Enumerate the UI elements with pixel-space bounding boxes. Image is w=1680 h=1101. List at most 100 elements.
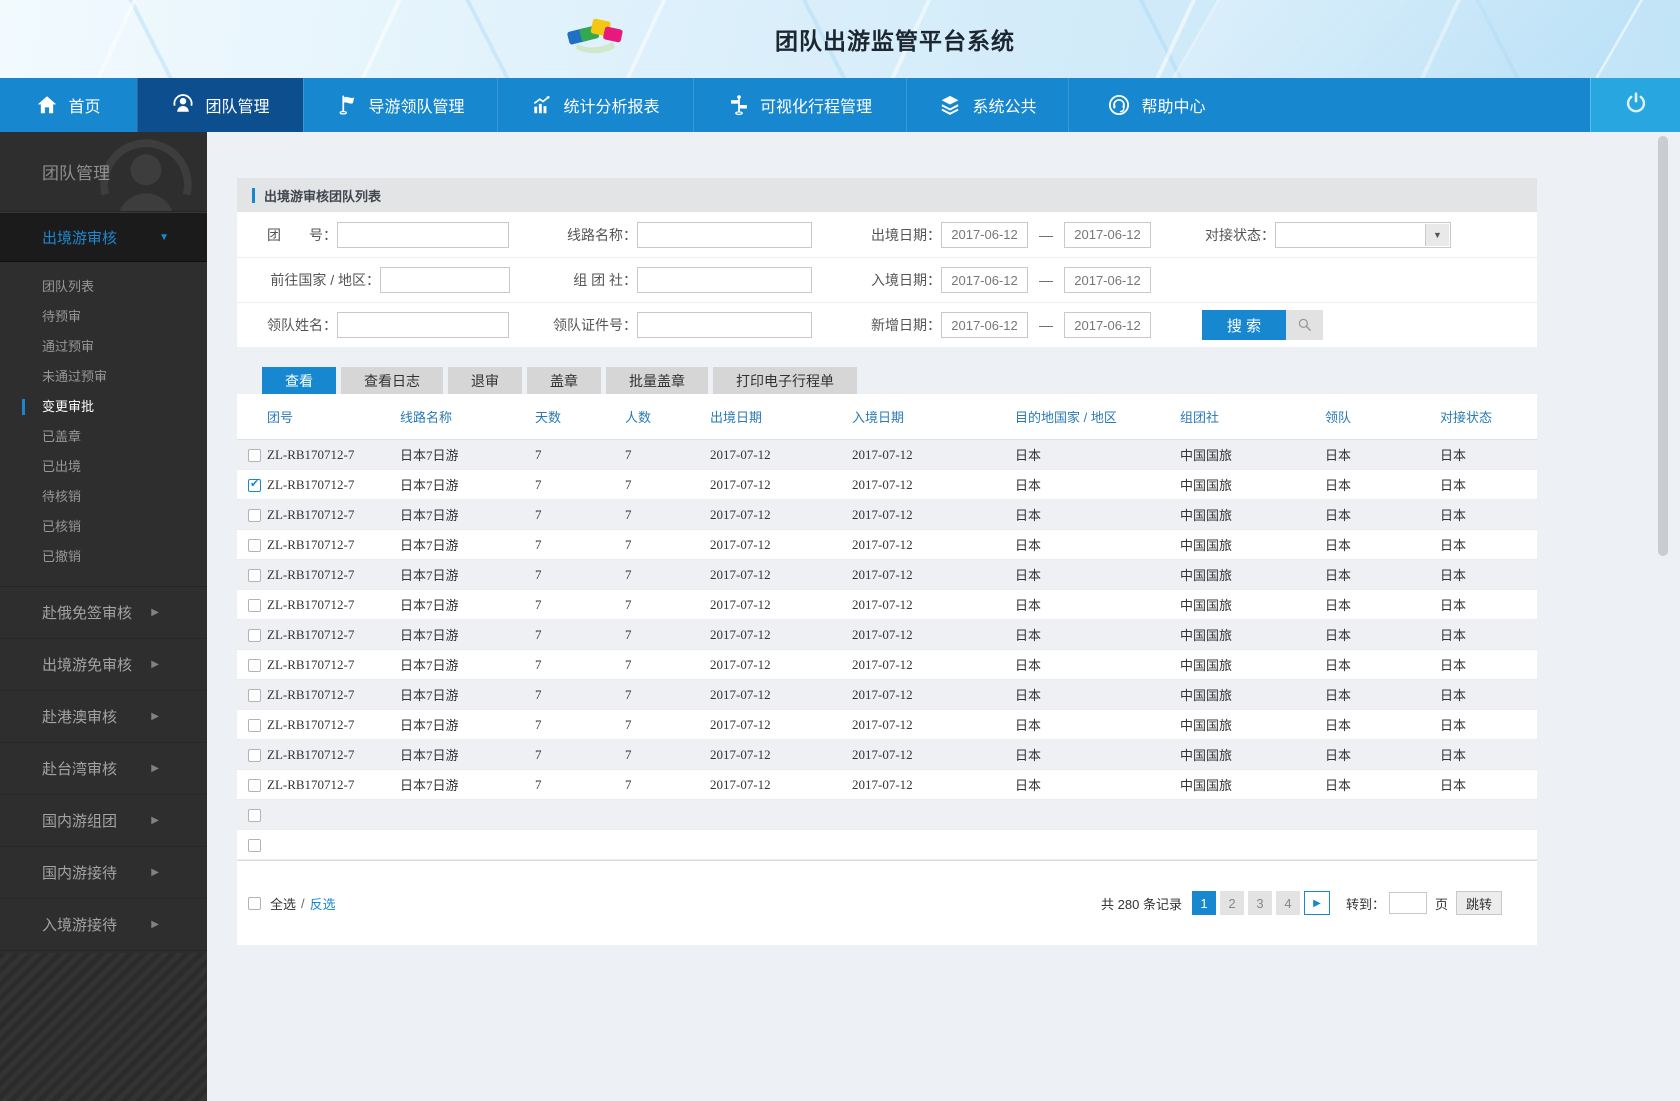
row-checkbox[interactable] <box>248 809 261 823</box>
nav-item-label: 首页 <box>68 99 101 116</box>
nav-item-5[interactable]: 可视化行程管理 <box>693 78 906 132</box>
sidebar-subitem-6[interactable]: 已盖章 <box>0 422 207 452</box>
sidebar-subitem-10[interactable]: 已撤销 <box>0 542 207 572</box>
goto-page-input[interactable] <box>1388 892 1427 914</box>
added-date-from-input[interactable] <box>941 312 1028 338</box>
power-icon <box>1624 91 1648 120</box>
nav-item-1[interactable]: 首页 <box>0 78 137 132</box>
row-checkbox[interactable] <box>248 599 261 613</box>
cell-9: 日本 <box>1325 748 1352 763</box>
row-checkbox[interactable] <box>248 659 261 673</box>
entry-date-from-input[interactable] <box>941 267 1028 293</box>
sidebar-subitem-2[interactable]: 待预审 <box>0 302 207 332</box>
dest-country-label: 前往国家 / 地区： <box>270 272 380 288</box>
select-all-checkbox[interactable] <box>248 896 261 910</box>
sidebar-subitem-4[interactable]: 未通过预审 <box>0 362 207 392</box>
toolbar-button-4[interactable]: 盖章 <box>527 367 601 394</box>
search-magnifier-button[interactable] <box>1286 310 1323 340</box>
group-no-input[interactable] <box>337 221 509 248</box>
row-checkbox[interactable] <box>248 749 261 763</box>
row-checkbox[interactable] <box>248 689 261 703</box>
toolbar-button-5[interactable]: 批量盖章 <box>606 367 708 394</box>
toolbar-button-2[interactable]: 查看日志 <box>341 367 443 394</box>
row-checkbox[interactable] <box>248 509 261 523</box>
logout-button[interactable] <box>1590 78 1680 132</box>
cell-8: 中国国旅 <box>1180 478 1233 493</box>
page-button-4[interactable]: 4 <box>1275 891 1300 915</box>
page-button-2[interactable]: 2 <box>1219 891 1244 915</box>
sidebar-subitem-7[interactable]: 已出境 <box>0 452 207 482</box>
toolbar-button-6[interactable]: 打印电子行程单 <box>713 367 857 394</box>
page-button-1[interactable]: 1 <box>1191 891 1216 915</box>
dock-status-select[interactable]: ▼ <box>1275 221 1451 248</box>
cell-3: 7 <box>535 476 542 492</box>
nav-item-4[interactable]: 统计分析报表 <box>497 78 693 132</box>
headset-icon <box>1107 93 1131 117</box>
page-button-3[interactable]: 3 <box>1247 891 1272 915</box>
sidebar-subitem-8[interactable]: 待核销 <box>0 482 207 512</box>
sidebar-subitem-9[interactable]: 已核销 <box>0 512 207 542</box>
panel-title: 出境游审核团队列表 <box>264 188 382 204</box>
sidebar-subitem-1[interactable]: 团队列表 <box>0 272 207 302</box>
route-name-input[interactable] <box>637 221 812 248</box>
row-checkbox[interactable] <box>248 569 261 583</box>
caret-right-icon: ▶ <box>151 815 159 826</box>
cell-9: 日本 <box>1325 478 1352 493</box>
cell-9: 日本 <box>1325 628 1352 643</box>
jump-button[interactable]: 跳转 <box>1455 891 1502 915</box>
app-header: 团队出游监管平台系统 <box>0 0 1680 78</box>
cell-2: 日本7日游 <box>400 448 459 463</box>
cell-7: 日本 <box>1015 478 1042 493</box>
sidebar-section-2[interactable]: 出境游免审核 ▶ <box>0 639 207 691</box>
sidebar-section-3[interactable]: 赴港澳审核 ▶ <box>0 691 207 743</box>
sidebar-subitem-5[interactable]: 变更审批 <box>0 392 207 422</box>
cell-9: 日本 <box>1325 658 1352 673</box>
sidebar-subitem-3[interactable]: 通过预审 <box>0 332 207 362</box>
depart-date-from-input[interactable] <box>941 221 1028 248</box>
nav-item-6[interactable]: 系统公共 <box>906 78 1068 132</box>
row-checkbox[interactable] <box>248 449 261 463</box>
row-checkbox[interactable] <box>248 477 261 493</box>
invert-select-link[interactable]: 反选 <box>310 894 336 913</box>
cell-5: 2017-07-12 <box>710 656 771 672</box>
cell-10: 日本 <box>1440 448 1467 463</box>
scrollbar[interactable] <box>1658 136 1668 556</box>
sidebar-section-5[interactable]: 国内游组团 ▶ <box>0 795 207 847</box>
dropdown-caret-icon[interactable]: ▼ <box>1425 223 1449 246</box>
sidebar-section-6[interactable]: 国内游接待 ▶ <box>0 847 207 899</box>
cell-6: 2017-07-12 <box>852 536 913 552</box>
select-all-label[interactable]: 全选 <box>270 894 296 913</box>
dest-country-input[interactable] <box>380 267 510 293</box>
sidebar-section-outbound-review[interactable]: 出境游审核 ▼ <box>0 212 207 262</box>
leader-id-input[interactable] <box>637 312 812 338</box>
toolbar-button-3[interactable]: 退审 <box>448 367 522 394</box>
pagination: 共 280 条记录 1234 ▶ 转到： 页 跳转 <box>1101 891 1502 915</box>
nav-item-2[interactable]: 团队管理 <box>137 78 303 132</box>
row-checkbox[interactable] <box>248 719 261 733</box>
sidebar-section-4[interactable]: 赴台湾审核 ▶ <box>0 743 207 795</box>
added-date-to-input[interactable] <box>1064 312 1151 338</box>
signpost-icon <box>728 94 750 116</box>
table-empty-row <box>237 830 1537 860</box>
cell-4: 7 <box>625 536 632 552</box>
row-checkbox[interactable] <box>248 539 261 553</box>
organizer-input[interactable] <box>637 267 812 293</box>
entry-date-to-input[interactable] <box>1064 267 1151 293</box>
next-page-button[interactable]: ▶ <box>1303 891 1330 915</box>
row-checkbox[interactable] <box>248 629 261 643</box>
search-button[interactable]: 搜 索 <box>1202 310 1286 340</box>
nav-item-3[interactable]: 导游领队管理 <box>303 78 497 132</box>
cell-3: 7 <box>535 566 542 582</box>
nav-item-7[interactable]: 帮助中心 <box>1068 78 1244 132</box>
row-checkbox[interactable] <box>248 779 261 793</box>
toolbar-button-1[interactable]: 查看 <box>262 367 336 394</box>
sidebar-section-1[interactable]: 赴俄免签审核 ▶ <box>0 587 207 639</box>
depart-date-to-input[interactable] <box>1064 221 1151 248</box>
sidebar-section-7[interactable]: 入境游接待 ▶ <box>0 899 207 951</box>
cell-2: 日本7日游 <box>400 538 459 553</box>
sidebar-section-label: 赴俄免签审核 <box>42 605 133 622</box>
table-row: ZL-RB170712-7 日本7日游 7 7 2017-07-12 2017-07-12… <box>237 500 1537 530</box>
cell-8: 中国国旅 <box>1180 688 1233 703</box>
row-checkbox[interactable] <box>248 839 261 853</box>
leader-name-input[interactable] <box>337 312 509 338</box>
